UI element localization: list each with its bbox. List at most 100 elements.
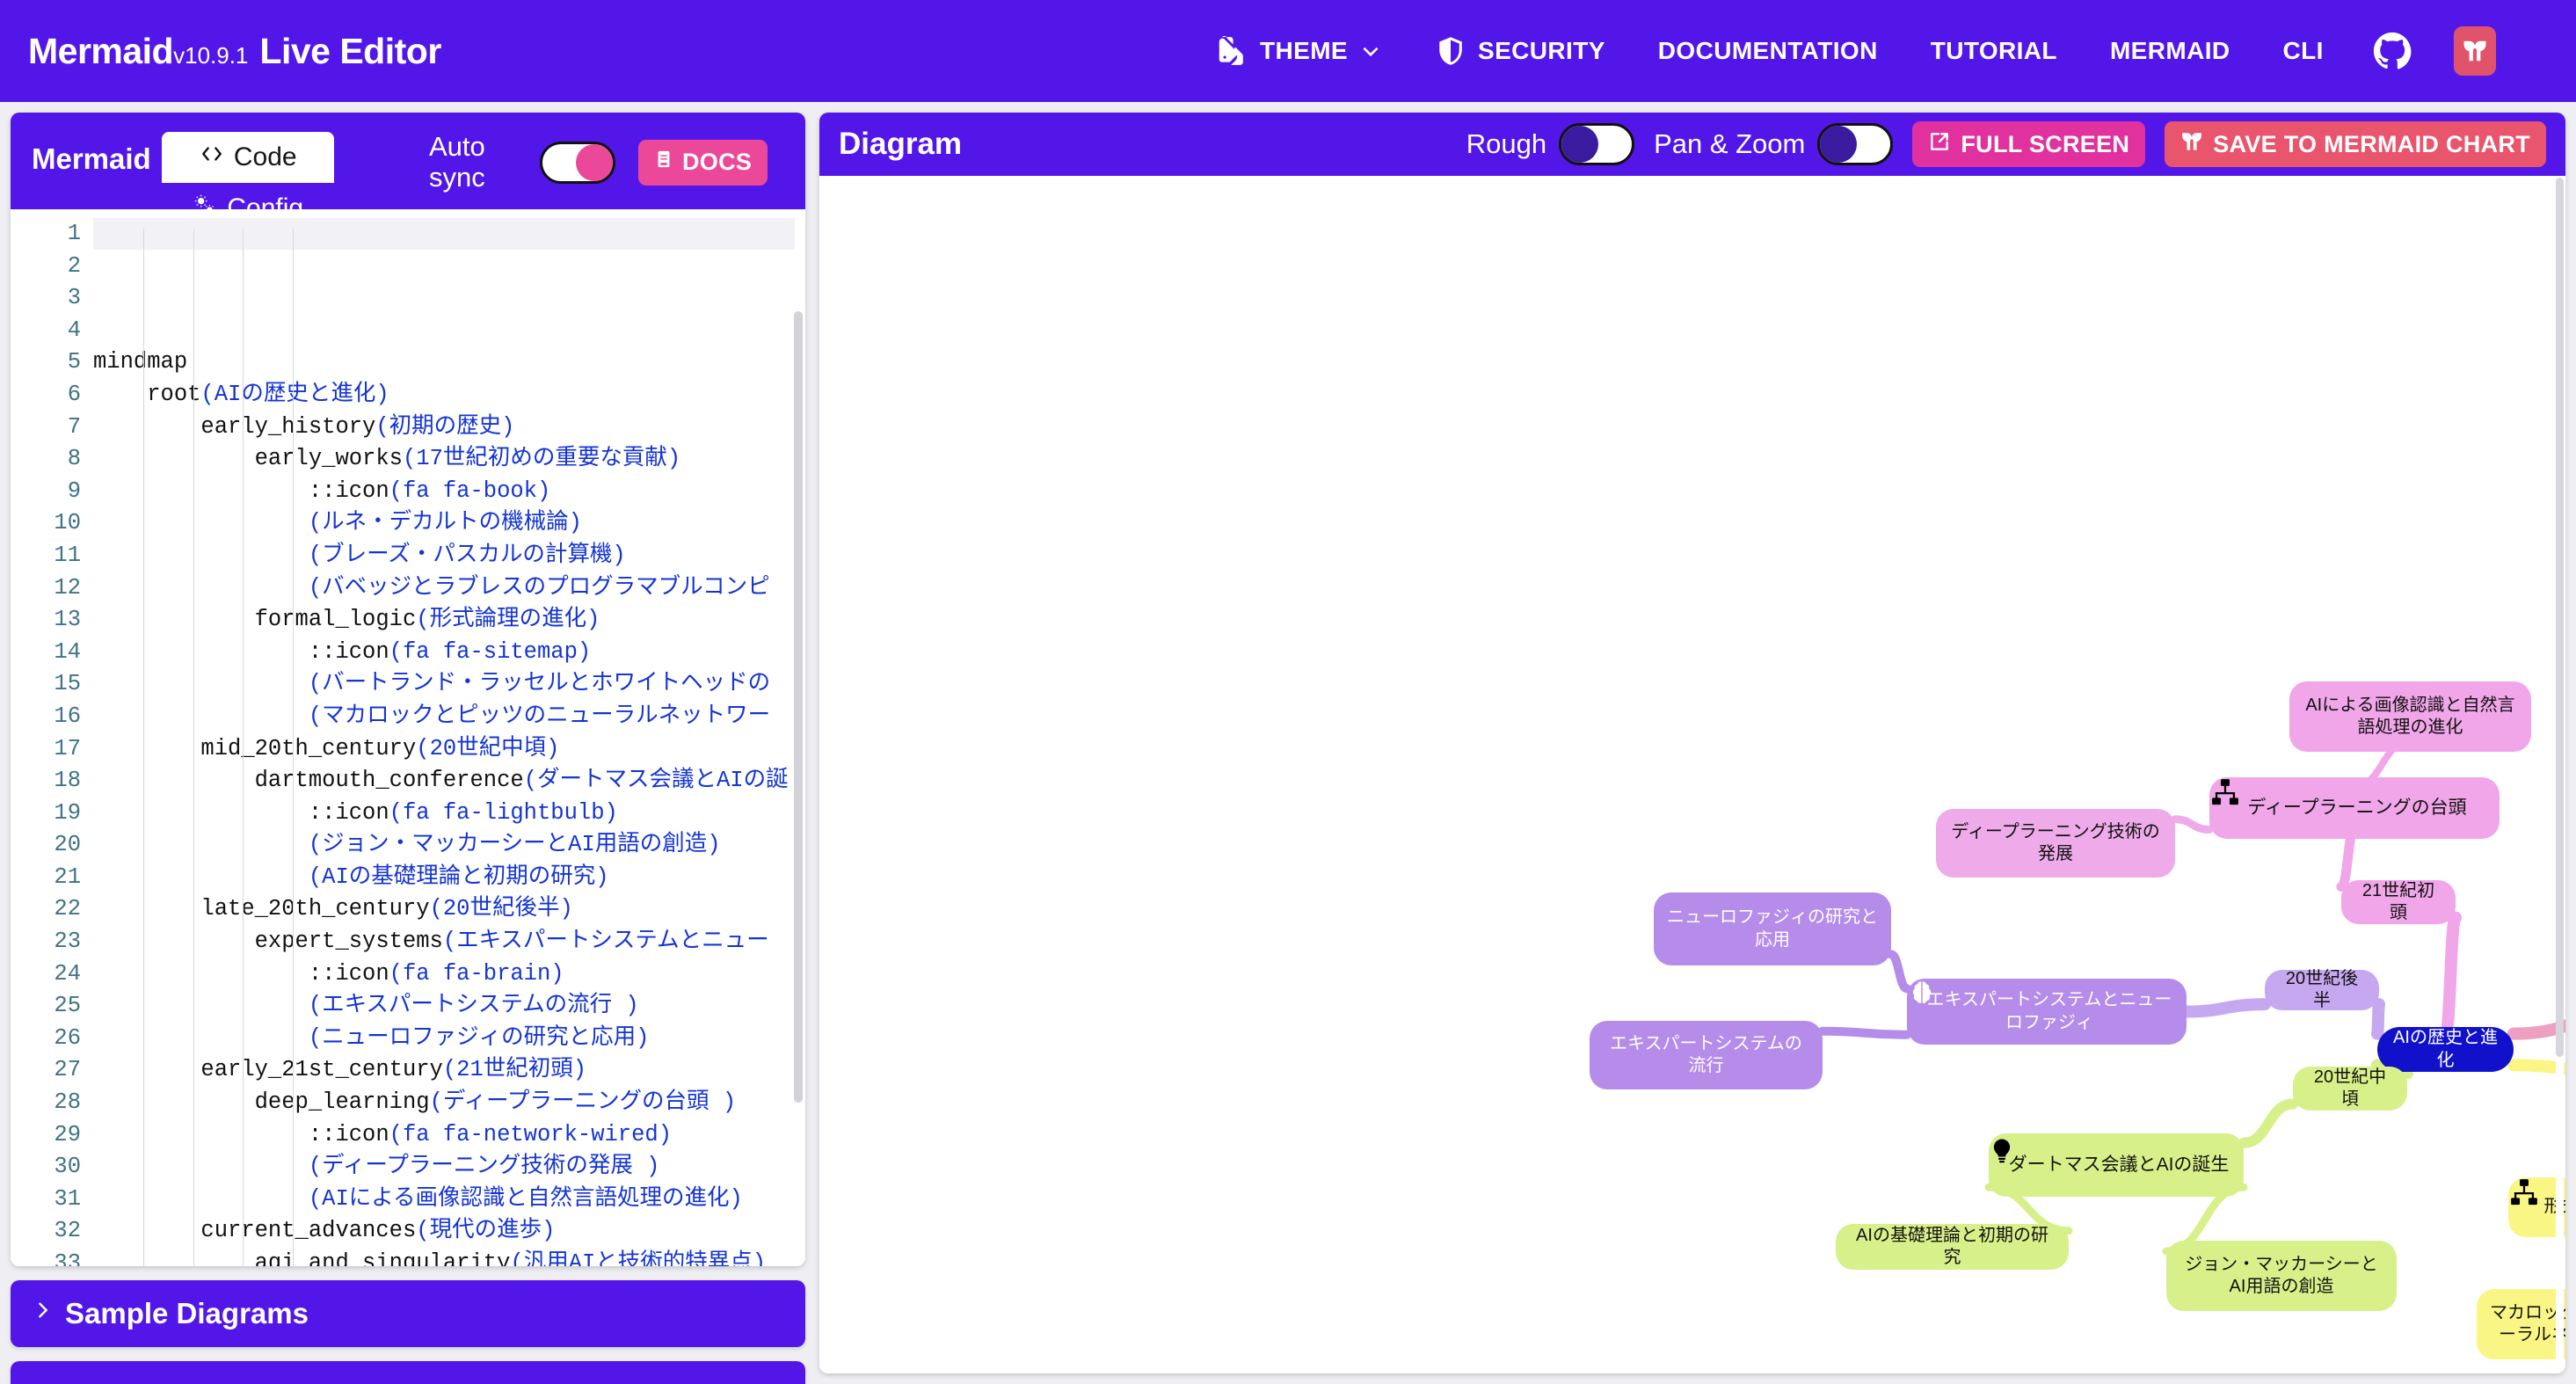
mindmap-node-early21[interactable]: 21世紀初頭 xyxy=(2341,880,2456,924)
save-to-mermaid-chart-button[interactable]: SAVE TO MERMAID CHART xyxy=(2165,121,2546,167)
nav-links: THEME SECURITY DOCUMENTATION TUTORIAL ME… xyxy=(1189,0,2515,102)
docs-button[interactable]: DOCS xyxy=(638,139,768,186)
nav-item-label: CLI xyxy=(2282,37,2324,64)
top-navbar: Mermaid v10.9.1 Live Editor THEME SECURITY… xyxy=(0,0,2576,102)
mindmap-edge xyxy=(2180,998,2271,1018)
shield-icon xyxy=(1435,35,1466,67)
code-line[interactable]: (バートランド・ラッセルとホワイトヘッドの xyxy=(93,668,805,701)
nav-item-label: TUTORIAL xyxy=(1930,37,2057,64)
bottom-panel-button[interactable] xyxy=(11,1361,805,1384)
code-line[interactable]: ::icon(fa fa-brain) xyxy=(93,958,805,991)
theme-palette-icon xyxy=(1215,34,1248,68)
mindmap-node-mcculloch[interactable]: マカロックとピッツのニューラルネットワーク理論 xyxy=(2477,1289,2565,1359)
mindmap-node-mid20[interactable]: 20世紀中頃 xyxy=(2293,1067,2407,1111)
code-line[interactable]: (ブレーズ・パスカルの計算機) xyxy=(93,540,805,572)
full-screen-button[interactable]: FULL SCREEN xyxy=(1912,121,2146,167)
mindmap-node-label: 20世紀後半 xyxy=(2285,968,2359,1010)
nav-item-theme[interactable]: THEME xyxy=(1189,0,1408,102)
mindmap-node-dartmouth[interactable]: ダートマス会議とAIの誕生 xyxy=(1989,1133,2244,1197)
mindmap-node-dlgrowth[interactable]: ディープラーニング技術の発展 xyxy=(1936,809,2175,878)
line-number: 18 xyxy=(54,768,81,794)
code-text[interactable]: mindmap root(AIの歴史と進化) early_history(初期の… xyxy=(93,209,805,1266)
brand-name: Mermaid xyxy=(28,30,174,71)
mindmap-canvas[interactable]: AIの歴史と進化 20世紀後半 エキスパートシステムとニューロファジィ ニューロファジ… xyxy=(819,176,2565,1373)
tab-code[interactable]: Code xyxy=(161,132,334,183)
code-line[interactable]: (マカロックとピッツのニューラルネットワー xyxy=(93,701,805,733)
code-line[interactable]: ::icon(fa fa-lightbulb) xyxy=(93,798,805,830)
nav-item-tutorial[interactable]: TUTORIAL xyxy=(1904,0,2084,102)
code-line[interactable]: ::icon(fa fa-sitemap) xyxy=(93,637,805,669)
mindmap-edge xyxy=(1818,1026,1911,1039)
code-line[interactable]: early_works(17世紀初めの重要な貢献) xyxy=(93,443,805,476)
mindmap-node-root[interactable]: AIの歴史と進化 xyxy=(2377,1027,2514,1072)
mindmap-node-mccarthy[interactable]: ジョン・マッカーシーとAI用語の創造 xyxy=(2166,1241,2397,1311)
code-line[interactable]: (ルネ・デカルトの機械論) xyxy=(93,507,805,540)
code-line[interactable]: ::icon(fa fa-book) xyxy=(93,476,805,508)
mindmap-node-neurofuzzy[interactable]: ニューロファジィの研究と応用 xyxy=(1654,892,1891,965)
line-number: 9 xyxy=(67,477,81,504)
mindmap-edge xyxy=(2238,1098,2298,1148)
nav-item-cli[interactable]: CLI xyxy=(2257,0,2350,102)
mindmap-edge xyxy=(2171,815,2214,834)
code-line[interactable]: (ニューロファジィの研究と応用) xyxy=(93,1023,805,1055)
mindmap-node-label: ディープラーニングの台頭 xyxy=(2247,797,2467,818)
code-line[interactable]: expert_systems(エキスパートシステムとニュー xyxy=(93,926,805,958)
code-line[interactable]: formal_logic(形式論理の進化) xyxy=(93,604,805,637)
rough-label: Rough xyxy=(1466,128,1547,159)
nav-item-security[interactable]: SECURITY xyxy=(1408,0,1632,102)
code-editor[interactable]: 1 2 3 4 5 6 7 8 9 10 11 12 13 14 15 16 17 18 19 20 21 22 23 24 2… xyxy=(11,209,805,1266)
code-content[interactable]: mindmap root(AIの歴史と進化) early_history(初期の… xyxy=(93,346,805,1266)
mindmap-node-label: AIによる画像認識と自然言語処理の進化 xyxy=(2305,695,2515,737)
editor-card: Mermaid Code Config Auto sync DOCS 1 2 3… xyxy=(11,113,805,1266)
mindmap-node-vision[interactable]: AIによる画像認識と自然言語処理の進化 xyxy=(2289,681,2531,752)
code-line[interactable]: mindmap xyxy=(93,346,805,379)
brand-suffix: Live Editor xyxy=(259,30,441,71)
code-line[interactable]: early_21st_century(21世紀初頭) xyxy=(93,1054,805,1087)
code-line[interactable]: ::icon(fa fa-network-wired) xyxy=(93,1119,805,1152)
code-line[interactable]: (AIの基礎理論と初期の研究) xyxy=(93,862,805,894)
code-line[interactable]: (バベッジとラブレスのプログラマブルコンピ xyxy=(93,572,805,605)
save-to-mermaid-chart-label: SAVE TO MERMAID CHART xyxy=(2213,130,2530,157)
mindmap-edge xyxy=(2439,911,2462,1040)
nav-item-mermaid-chart[interactable] xyxy=(2434,0,2515,102)
sample-diagrams-button[interactable]: Sample Diagrams xyxy=(11,1280,805,1347)
line-number: 29 xyxy=(54,1121,81,1147)
mindmap-node-expert[interactable]: エキスパートシステムとニューロファジィ xyxy=(1907,979,2187,1045)
code-line[interactable]: late_20th_century(20世紀後半) xyxy=(93,893,805,926)
mindmap-node-expertboom[interactable]: エキスパートシステムの流行 xyxy=(1590,1021,1823,1089)
panzoom-toggle[interactable] xyxy=(1817,123,1894,165)
full-screen-label: FULL SCREEN xyxy=(1961,130,2130,157)
line-number: 31 xyxy=(54,1185,81,1212)
code-line[interactable]: early_history(初期の歴史) xyxy=(93,412,805,444)
github-icon xyxy=(2373,32,2412,70)
rough-toggle[interactable] xyxy=(1559,123,1635,165)
rough-control: Rough xyxy=(1466,123,1635,165)
mindmap-node-foundations[interactable]: AIの基礎理論と初期の研究 xyxy=(1836,1224,2069,1270)
nav-item-documentation[interactable]: DOCUMENTATION xyxy=(1632,0,1904,102)
line-number: 22 xyxy=(54,896,81,922)
mermaid-chart-logo-icon xyxy=(2453,26,2496,76)
nav-item-mermaid[interactable]: MERMAID xyxy=(2084,0,2257,102)
code-line[interactable]: mid_20th_century(20世紀中頃) xyxy=(93,733,805,766)
mindmap-node-label: 21世紀初頭 xyxy=(2361,880,2435,922)
code-line[interactable]: (AIによる画像認識と自然言語処理の進化) xyxy=(93,1184,805,1216)
diagram-scrollbar[interactable] xyxy=(2556,178,2564,1372)
code-line[interactable]: (ディープラーニング技術の発展 ) xyxy=(93,1151,805,1184)
code-line[interactable]: deep_learning(ディープラーニングの台頭 ) xyxy=(93,1087,805,1119)
editor-scrollbar[interactable] xyxy=(794,311,803,1266)
panzoom-control: Pan & Zoom xyxy=(1654,123,1894,165)
nav-item-github[interactable] xyxy=(2350,0,2434,102)
code-line[interactable]: current_advances(現代の進歩) xyxy=(93,1215,805,1248)
mindmap-node-deep[interactable]: ディープラーニングの台頭 xyxy=(2209,777,2500,839)
code-line[interactable]: dartmouth_conference(ダートマス会議とAIの誕 xyxy=(93,765,805,798)
code-line[interactable]: agi_and_singularity(汎用AIと技術的特異点) xyxy=(93,1248,805,1266)
nav-item-label: DOCUMENTATION xyxy=(1657,37,1878,64)
mindmap-node-late20[interactable]: 20世紀後半 xyxy=(2265,968,2379,1010)
mermaid-chart-logo-icon xyxy=(2180,130,2203,159)
code-line[interactable]: root(AIの歴史と進化) xyxy=(93,379,805,412)
autosync-toggle[interactable] xyxy=(540,141,615,184)
code-line[interactable]: (エキスパートシステムの流行 ) xyxy=(93,990,805,1023)
autosync-control: Auto sync DOCS xyxy=(429,131,768,193)
code-line[interactable]: (ジョン・マッカーシーとAI用語の創造) xyxy=(93,829,805,862)
app-brand[interactable]: Mermaid v10.9.1 Live Editor xyxy=(28,31,441,72)
